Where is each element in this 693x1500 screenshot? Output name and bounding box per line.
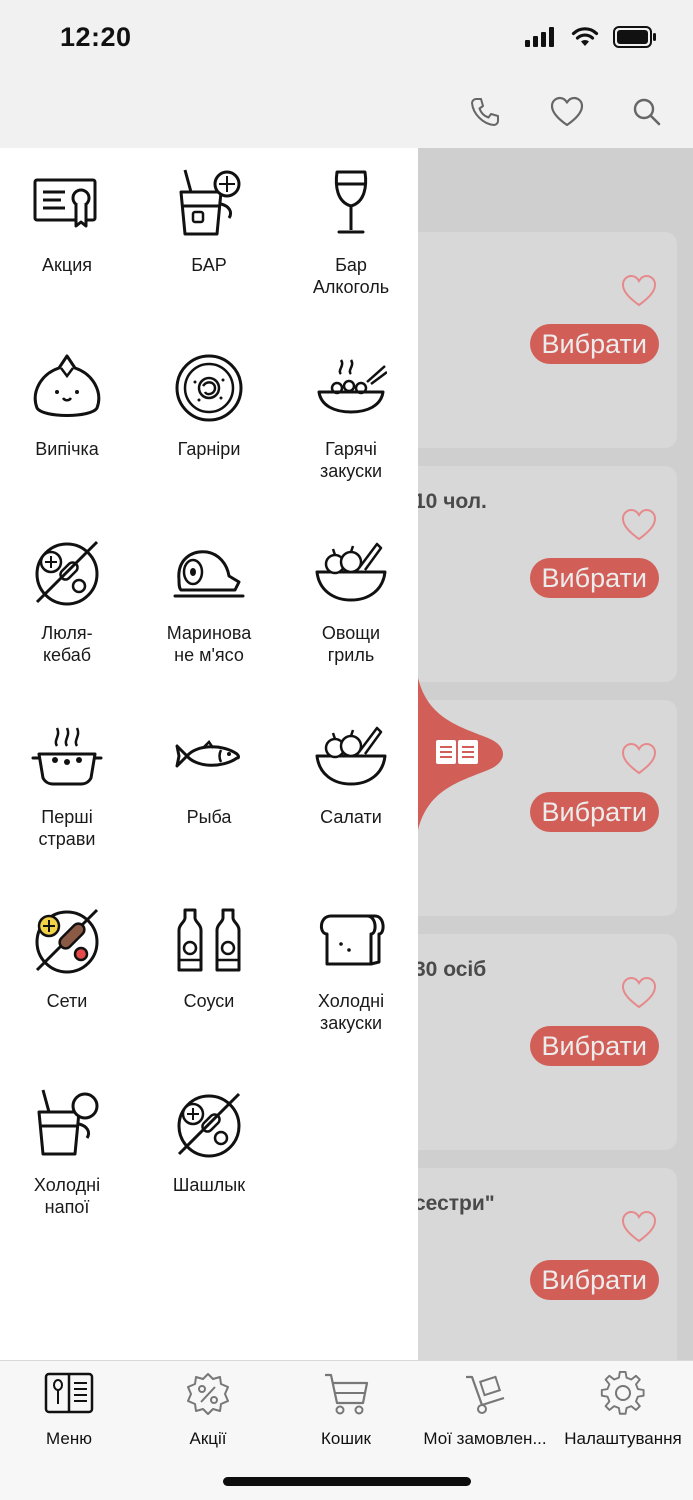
wine-glass-icon	[334, 170, 368, 234]
category-bar-alcohol[interactable]: Бар Алкоголь	[281, 168, 421, 298]
tab-label: Налаштування	[564, 1429, 682, 1448]
sauce-bottles-icon	[177, 908, 241, 972]
category-label: Шашлык	[172, 1175, 246, 1195]
favorite-heart-icon[interactable]	[621, 508, 657, 542]
category-shashlik[interactable]: Шашлык	[139, 1088, 279, 1196]
category-marinated-meat[interactable]: Маринова не м'ясо	[139, 536, 279, 666]
product-title: 10 чол.	[414, 490, 487, 513]
home-indicator	[223, 1477, 471, 1486]
category-sides[interactable]: Гарніри	[139, 352, 279, 460]
product-card[interactable]: сестри" Вибрати	[380, 1168, 677, 1360]
category-label: Рыба	[186, 807, 232, 827]
category-promo[interactable]: Акция	[0, 168, 137, 276]
category-first-courses[interactable]: Перші страви	[0, 720, 137, 850]
category-bar[interactable]: БАР	[139, 168, 279, 276]
cocktail-icon	[179, 169, 241, 236]
status-icons	[525, 26, 657, 48]
tab-promotions[interactable]: Акції	[139, 1371, 277, 1449]
category-label: Акция	[42, 255, 92, 275]
category-label: Люля- кебаб	[41, 623, 93, 665]
category-label: Соуси	[183, 991, 235, 1011]
choose-button[interactable]: Вибрати	[529, 324, 659, 364]
battery-icon	[613, 26, 656, 48]
category-label: Маринова не м'ясо	[166, 623, 252, 665]
plate-icon	[175, 354, 243, 422]
favorite-heart-icon[interactable]	[621, 1210, 657, 1244]
tab-menu[interactable]: Меню	[0, 1371, 138, 1449]
category-label: Гарячі закуски	[319, 439, 383, 481]
phone-icon[interactable]	[465, 92, 505, 132]
favorites-heart-icon[interactable]	[547, 92, 587, 132]
grill-set-icon	[35, 908, 99, 974]
hot-bowl-icon	[317, 359, 387, 414]
category-fish[interactable]: Рыба	[139, 720, 279, 828]
settings-gear-icon	[600, 1371, 645, 1415]
fish-icon	[175, 740, 240, 768]
tab-my-orders[interactable]: Мої замовлен...	[416, 1371, 554, 1449]
wifi-icon	[571, 27, 599, 46]
menu-toggle-tab[interactable]	[418, 678, 508, 830]
category-grilled-vegetables[interactable]: Овощи гриль	[281, 536, 421, 666]
category-label: Бар Алкоголь	[312, 255, 390, 297]
favorite-heart-icon[interactable]	[621, 274, 657, 308]
menu-book-icon	[44, 1372, 94, 1414]
salad-bowl-icon	[315, 726, 387, 786]
search-icon[interactable]	[627, 92, 667, 132]
tab-label: Меню	[46, 1429, 92, 1448]
cold-drink-icon	[37, 1089, 99, 1156]
category-sets[interactable]: Сети	[0, 904, 137, 1012]
category-drawer: Акция БАР Бар Алкоголь Випічка Гарніри Г…	[0, 148, 418, 1360]
tab-label: Мої замовлен...	[423, 1429, 547, 1448]
app-header	[0, 76, 693, 148]
cart-icon	[325, 1373, 369, 1415]
category-cold-drinks[interactable]: Холодні напої	[0, 1088, 137, 1218]
category-label: Холодні закуски	[317, 991, 385, 1033]
product-card[interactable]: Вибрати	[380, 232, 677, 448]
favorite-heart-icon[interactable]	[621, 976, 657, 1010]
category-label: Салати	[320, 807, 382, 827]
product-card[interactable]: 10 чол. Вибрати	[380, 466, 677, 682]
category-hot-appetizers[interactable]: Гарячі закуски	[281, 352, 421, 482]
category-lula-kebab[interactable]: Люля- кебаб	[0, 536, 137, 666]
status-time: 12:20	[60, 22, 132, 52]
category-pastry[interactable]: Випічка	[0, 352, 137, 460]
status-bar: 12:20	[0, 0, 693, 76]
category-label: Сети	[46, 991, 88, 1011]
category-sauces[interactable]: Соуси	[139, 904, 279, 1012]
category-label: Холодні напої	[33, 1175, 101, 1217]
tab-label: Кошик	[321, 1429, 371, 1448]
category-label: Випічка	[35, 439, 99, 459]
discount-badge-icon	[187, 1373, 229, 1415]
category-label: Перші страви	[38, 807, 96, 849]
tab-label: Акції	[189, 1429, 227, 1448]
product-title: 30 осіб	[414, 958, 487, 981]
favorite-heart-icon[interactable]	[621, 742, 657, 776]
hand-truck-icon	[466, 1375, 505, 1414]
choose-button[interactable]: Вибрати	[529, 792, 659, 832]
ham-icon	[173, 550, 245, 598]
vegetable-bowl-icon	[315, 542, 387, 602]
category-cold-appetizers[interactable]: Холодні закуски	[281, 904, 421, 1034]
dumpling-icon	[33, 354, 101, 417]
category-label: Овощи гриль	[321, 623, 381, 665]
tab-cart[interactable]: Кошик	[277, 1371, 415, 1449]
product-title: сестри"	[414, 1192, 495, 1215]
category-label: БАР	[191, 255, 227, 275]
tab-settings[interactable]: Налаштування	[554, 1371, 692, 1449]
bread-icon	[320, 914, 385, 966]
choose-button[interactable]: Вибрати	[529, 558, 659, 598]
kebab-plate-icon	[35, 540, 99, 606]
product-card[interactable]: 30 осіб Вибрати	[380, 934, 677, 1150]
certificate-icon	[33, 178, 97, 228]
choose-button[interactable]: Вибрати	[529, 1026, 659, 1066]
shashlik-plate-icon	[177, 1092, 241, 1158]
cellular-signal-icon	[525, 27, 554, 47]
choose-button[interactable]: Вибрати	[529, 1260, 659, 1300]
soup-pot-icon	[31, 727, 103, 786]
category-salads[interactable]: Салати	[281, 720, 421, 828]
category-label: Гарніри	[177, 439, 241, 459]
